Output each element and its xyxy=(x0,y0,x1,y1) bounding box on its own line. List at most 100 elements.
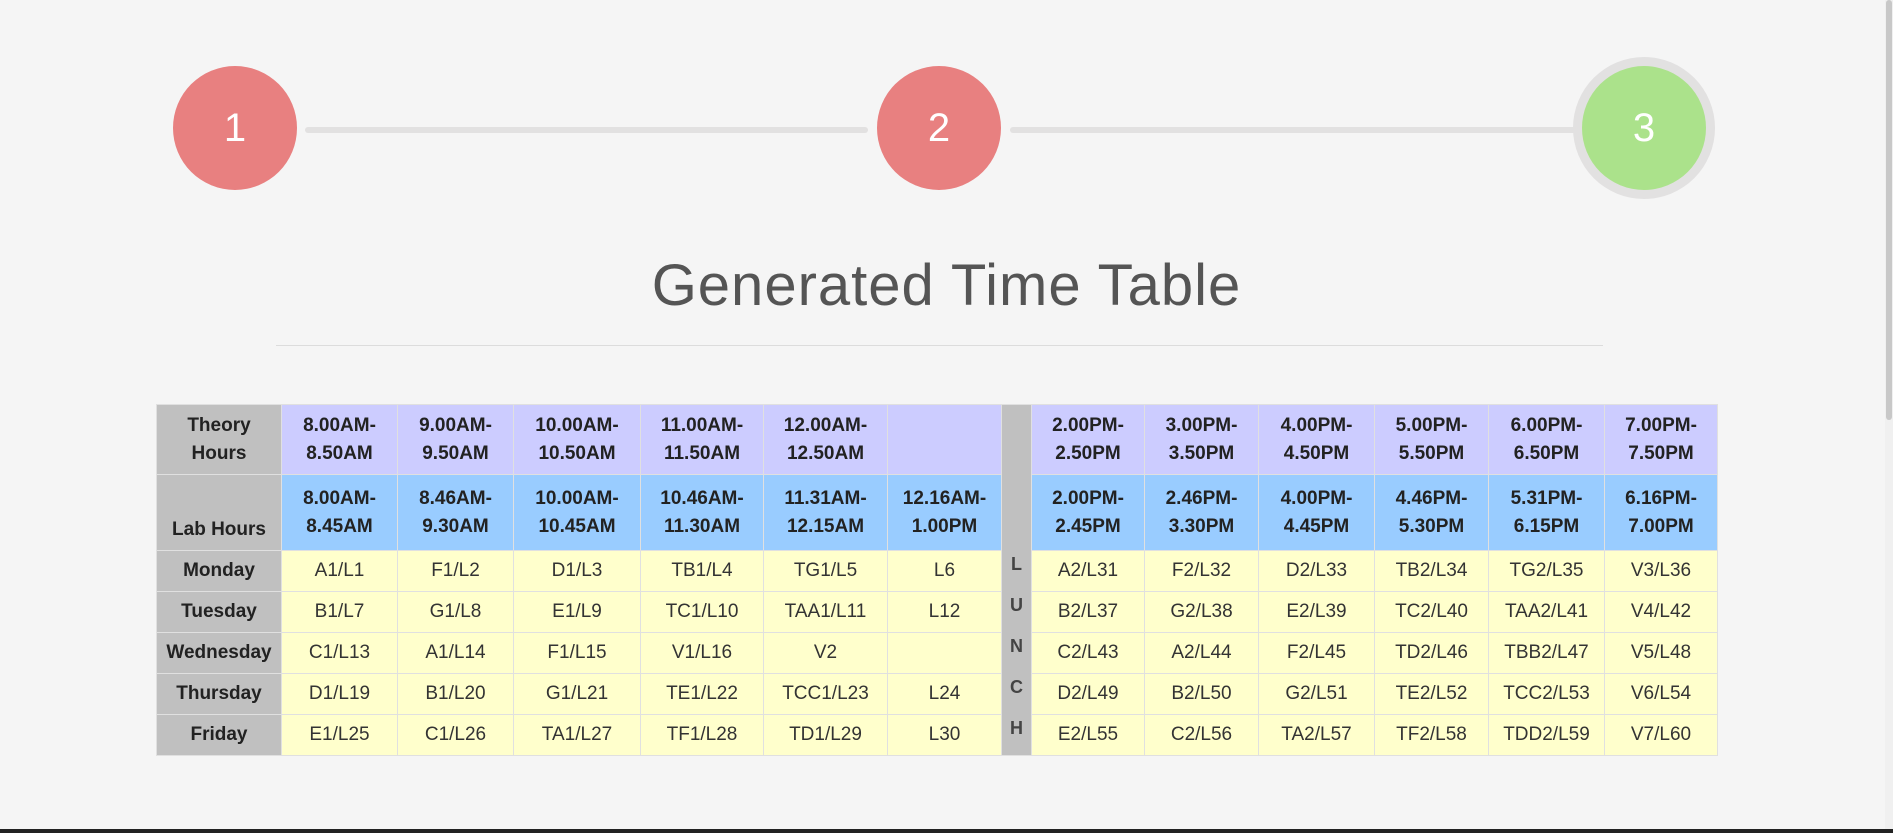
time-start: 8.00AM- xyxy=(303,414,376,436)
lab-hour-cell: 4.46PM- 5.30PM xyxy=(1374,474,1489,551)
step-2-circle[interactable]: 2 xyxy=(877,66,1001,190)
lab-hours-label: Lab Hours xyxy=(156,474,282,551)
lab-hour-cell: 11.31AM- 12.15AM xyxy=(763,474,888,551)
slot-cell: D2/L33 xyxy=(1258,550,1375,592)
slot-cell: F2/L45 xyxy=(1258,632,1375,674)
time-start: 12.16AM- xyxy=(902,487,987,509)
day-row-tuesday: Tuesday B1/L7 G1/L8 E1/L9 TC1/L10 TAA1/L11 L12… xyxy=(156,591,1718,633)
time-start: 4.00PM- xyxy=(1280,487,1353,509)
slot-cell: E1/L25 xyxy=(281,714,398,756)
slot-cell xyxy=(887,632,1002,674)
time-end: 1.00PM xyxy=(911,515,978,537)
slot-cell: TF2/L58 xyxy=(1374,714,1489,756)
slot-cell: V5/L48 xyxy=(1604,632,1718,674)
lab-hour-cell: 10.46AM- 11.30AM xyxy=(640,474,764,551)
title-divider xyxy=(276,345,1603,346)
time-end: 8.45AM xyxy=(306,515,373,537)
slot-cell: F1/L15 xyxy=(513,632,641,674)
slot-cell: C1/L13 xyxy=(281,632,398,674)
day-row-thursday: Thursday D1/L19 B1/L20 G1/L21 TE1/L22 TCC1/L2… xyxy=(156,673,1718,715)
time-end: 4.50PM xyxy=(1283,442,1350,464)
time-end: 2.50PM xyxy=(1055,442,1121,464)
slot-cell: TE2/L52 xyxy=(1374,673,1489,715)
slot-cell: TB2/L34 xyxy=(1374,550,1489,592)
page-scrollbar[interactable] xyxy=(1885,0,1893,833)
slot-cell: B1/L7 xyxy=(281,591,398,633)
time-end: 9.30AM xyxy=(422,515,489,537)
theory-hour-cell xyxy=(887,404,1002,475)
time-end: 5.30PM xyxy=(1398,515,1465,537)
lunch-letter: N xyxy=(1010,636,1023,656)
time-start: 6.00PM- xyxy=(1510,414,1583,436)
day-row-monday: Monday A1/L1 F1/L2 D1/L3 TB1/L4 TG1/L5 L6 A2/L3… xyxy=(156,550,1718,592)
time-start: 8.00AM- xyxy=(303,487,376,509)
slot-cell: TA2/L57 xyxy=(1258,714,1375,756)
slot-cell: D1/L19 xyxy=(281,673,398,715)
time-start: 9.00AM- xyxy=(419,414,492,436)
slot-cell: L30 xyxy=(887,714,1002,756)
scrollbar-thumb[interactable] xyxy=(1886,0,1892,420)
slot-cell: B1/L20 xyxy=(397,673,514,715)
taskbar-edge xyxy=(0,829,1893,833)
slot-cell: TAA1/L11 xyxy=(763,591,888,633)
theory-hour-cell: 7.00PM- 7.50PM xyxy=(1604,404,1718,475)
day-row-wednesday: Wednesday C1/L13 A1/L14 F1/L15 V1/L16 V2 C2/L4… xyxy=(156,632,1718,674)
time-start: 8.46AM- xyxy=(419,487,492,509)
slot-cell: TD2/L46 xyxy=(1374,632,1489,674)
time-end: 6.15PM xyxy=(1513,515,1580,537)
slot-cell: TG2/L35 xyxy=(1488,550,1605,592)
page-title: Generated Time Table xyxy=(651,253,1242,318)
time-start: 7.00PM- xyxy=(1625,414,1697,436)
slot-cell: A2/L44 xyxy=(1144,632,1259,674)
slot-cell: D2/L49 xyxy=(1031,673,1145,715)
step-1-circle[interactable]: 1 xyxy=(173,66,297,190)
step-3-circle[interactable]: 3 xyxy=(1582,66,1706,190)
time-end: 10.50AM xyxy=(538,442,616,464)
time-end: 3.50PM xyxy=(1168,442,1235,464)
step-connector xyxy=(1010,127,1577,133)
lab-hour-cell: 12.16AM- 1.00PM xyxy=(887,474,1002,551)
theory-hour-cell: 10.00AM- 10.50AM xyxy=(513,404,641,475)
lab-hour-cell: 10.00AM- 10.45AM xyxy=(513,474,641,551)
slot-cell: G2/L38 xyxy=(1144,591,1259,633)
slot-cell: V3/L36 xyxy=(1604,550,1718,592)
time-start: 4.46PM- xyxy=(1395,487,1468,509)
time-start: 5.31PM- xyxy=(1510,487,1583,509)
slot-cell: G2/L51 xyxy=(1258,673,1375,715)
slot-cell: V2 xyxy=(763,632,888,674)
time-end: 6.50PM xyxy=(1513,442,1580,464)
timetable: Theory Hours 8.00AM- 8.50AM 9.00AM- 9.50AM 10… xyxy=(156,404,1718,756)
time-end: 7.00PM xyxy=(1628,515,1694,537)
theory-hours-text: Theory Hours xyxy=(187,414,251,464)
theory-hour-cell: 3.00PM- 3.50PM xyxy=(1144,404,1259,475)
time-end: 2.45PM xyxy=(1055,515,1121,537)
theory-hour-cell: 12.00AM- 12.50AM xyxy=(763,404,888,475)
theory-hour-cell: 2.00PM- 2.50PM xyxy=(1031,404,1145,475)
time-end: 12.50AM xyxy=(786,442,865,464)
slot-cell: D1/L3 xyxy=(513,550,641,592)
slot-cell: C1/L26 xyxy=(397,714,514,756)
time-end: 11.50AM xyxy=(663,442,741,464)
slot-cell: TF1/L28 xyxy=(640,714,764,756)
time-end: 7.50PM xyxy=(1628,442,1694,464)
slot-cell: L12 xyxy=(887,591,1002,633)
slot-cell: A2/L31 xyxy=(1031,550,1145,592)
time-start: 10.46AM- xyxy=(660,487,744,509)
slot-cell: C2/L56 xyxy=(1144,714,1259,756)
step-connector xyxy=(305,127,868,133)
time-end: 5.50PM xyxy=(1398,442,1465,464)
day-label: Friday xyxy=(156,714,282,756)
time-start: 11.00AM- xyxy=(660,414,744,436)
lab-hour-cell: 2.46PM- 3.30PM xyxy=(1144,474,1259,551)
time-end: 11.30AM xyxy=(663,515,741,537)
time-end: 12.15AM xyxy=(786,515,865,537)
slot-cell: TD1/L29 xyxy=(763,714,888,756)
time-start: 5.00PM- xyxy=(1395,414,1468,436)
slot-cell: A1/L1 xyxy=(281,550,398,592)
slot-cell: TCC1/L23 xyxy=(763,673,888,715)
theory-hour-cell: 11.00AM- 11.50AM xyxy=(640,404,764,475)
lab-hour-cell: 5.31PM- 6.15PM xyxy=(1488,474,1605,551)
theory-hour-cell: 4.00PM- 4.50PM xyxy=(1258,404,1375,475)
slot-cell: G1/L21 xyxy=(513,673,641,715)
slot-cell: TA1/L27 xyxy=(513,714,641,756)
